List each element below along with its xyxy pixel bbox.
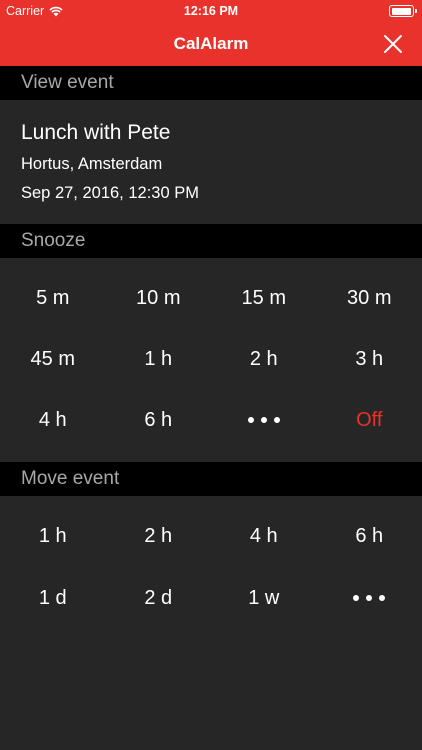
battery-icon — [389, 5, 417, 17]
move-option-1d[interactable]: 1 d — [0, 578, 106, 618]
snooze-option-5m[interactable]: 5 m — [0, 278, 106, 318]
snooze-off-button[interactable]: Off — [317, 400, 422, 440]
snooze-option-30m[interactable]: 30 m — [317, 278, 422, 318]
move-more-button[interactable] — [317, 578, 422, 618]
snooze-option-15m[interactable]: 15 m — [211, 278, 317, 318]
snooze-option-10m[interactable]: 10 m — [106, 278, 212, 318]
view-event-header: View event — [0, 66, 422, 100]
snooze-option-45m[interactable]: 45 m — [0, 339, 106, 379]
event-datetime: Sep 27, 2016, 12:30 PM — [21, 184, 199, 202]
app-title: CalAlarm — [173, 34, 249, 53]
more-icon — [353, 595, 386, 601]
move-event-header: Move event — [0, 462, 422, 496]
move-option-1h[interactable]: 1 h — [0, 516, 106, 556]
clock: 12:16 PM — [183, 4, 239, 18]
move-option-4h[interactable]: 4 h — [211, 516, 317, 556]
close-icon[interactable] — [382, 33, 404, 55]
snooze-header: Snooze — [0, 224, 422, 258]
event-location: Hortus, Amsterdam — [21, 155, 163, 173]
move-option-1w[interactable]: 1 w — [211, 578, 317, 618]
event-name: Lunch with Pete — [21, 121, 171, 144]
snooze-option-1h[interactable]: 1 h — [106, 339, 212, 379]
snooze-more-button[interactable] — [211, 400, 317, 440]
more-icon — [247, 417, 280, 423]
status-bar: Carrier 12:16 PM — [0, 0, 422, 22]
snooze-option-3h[interactable]: 3 h — [317, 339, 422, 379]
snooze-grid: 5 m 10 m 15 m 30 m 45 m 1 h 2 h 3 h 4 h … — [0, 258, 422, 458]
navigation-bar: CalAlarm — [0, 22, 422, 66]
move-event-grid: 1 h 2 h 4 h 6 h 1 d 2 d 1 w — [0, 496, 422, 636]
snooze-option-4h[interactable]: 4 h — [0, 400, 106, 440]
move-option-6h[interactable]: 6 h — [317, 516, 422, 556]
snooze-option-2h[interactable]: 2 h — [211, 339, 317, 379]
move-option-2h[interactable]: 2 h — [106, 516, 212, 556]
move-option-2d[interactable]: 2 d — [106, 578, 212, 618]
snooze-option-6h[interactable]: 6 h — [106, 400, 212, 440]
